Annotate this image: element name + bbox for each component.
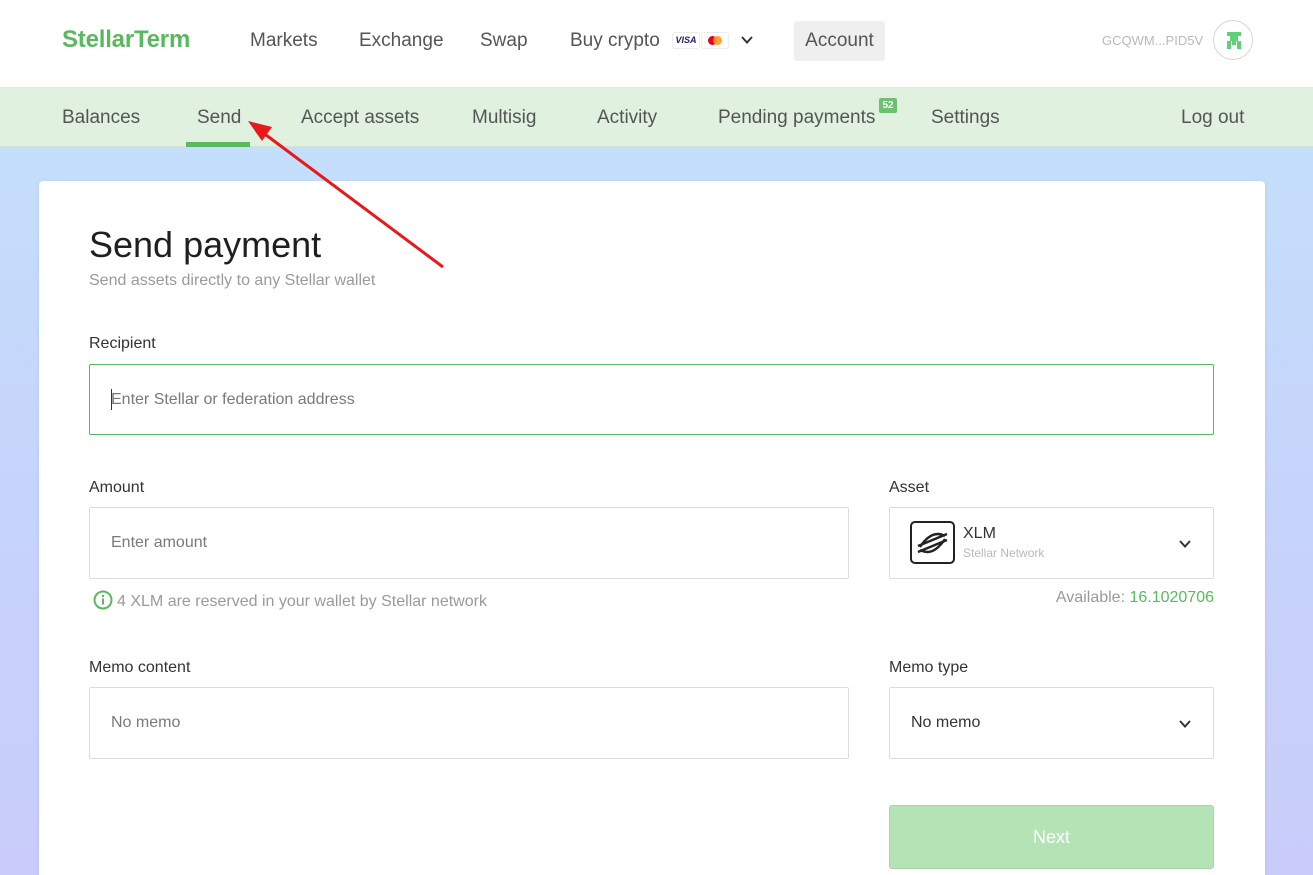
active-tab-indicator (186, 142, 250, 147)
recipient-label: Recipient (89, 335, 156, 352)
available-label: Available: (1055, 589, 1126, 606)
subnav-multisig[interactable]: Multisig (472, 107, 536, 129)
next-button[interactable]: Next (889, 805, 1214, 869)
asset-code: XLM (963, 525, 996, 542)
memo-content-field[interactable] (89, 687, 849, 759)
avatar-identicon[interactable] (1213, 20, 1253, 60)
visa-icon: VISA (672, 32, 700, 49)
wallet-address: GCQWM...PID5V (1102, 33, 1204, 48)
top-header: StellarTerm Markets Exchange Swap Buy cr… (0, 0, 1313, 88)
chevron-down-icon (1179, 540, 1191, 548)
subnav-activity[interactable]: Activity (597, 107, 657, 129)
asset-label: Asset (889, 479, 930, 496)
subnav-log-out[interactable]: Log out (1181, 107, 1244, 129)
amount-field[interactable] (89, 507, 849, 579)
mastercard-icon (701, 32, 729, 49)
subnav-balances[interactable]: Balances (62, 107, 140, 129)
memo-content-label: Memo content (89, 659, 191, 676)
asset-network: Stellar Network (963, 546, 1045, 560)
subnav-pending-payments[interactable]: Pending payments (718, 107, 875, 129)
page-subtitle: Send assets directly to any Stellar wall… (89, 272, 376, 289)
account-button[interactable]: Account (794, 21, 885, 61)
available-balance: Available: 16.1020706 (1056, 589, 1214, 607)
amount-input[interactable] (90, 508, 848, 578)
amount-label: Amount (89, 479, 145, 496)
stellar-xlm-icon (910, 521, 955, 564)
stellar-logo-icon (917, 532, 948, 554)
page-title: Send payment (89, 224, 322, 265)
visa-text: VISA (675, 35, 697, 45)
account-subnav: Balances Send Accept assets Multisig Act… (0, 88, 1313, 147)
identicon-icon (1227, 32, 1241, 49)
subnav-settings[interactable]: Settings (931, 107, 1000, 129)
memo-type-label: Memo type (889, 659, 969, 676)
chevron-down-icon (1179, 720, 1191, 728)
memo-type-value: No memo (911, 714, 981, 731)
available-amount: 16.1020706 (1129, 589, 1214, 606)
nav-swap[interactable]: Swap (480, 30, 528, 52)
recipient-input[interactable] (90, 365, 1213, 434)
reserve-hint-text: 4 XLM are reserved in your wallet by Ste… (117, 593, 487, 610)
asset-select[interactable]: XLM Stellar Network (889, 507, 1214, 579)
subnav-send[interactable]: Send (197, 107, 241, 129)
subnav-accept-assets[interactable]: Accept assets (301, 107, 419, 129)
stellarterm-logo[interactable]: StellarTerm (62, 26, 190, 54)
text-caret (111, 389, 112, 410)
memo-content-input[interactable] (90, 688, 848, 758)
nav-exchange[interactable]: Exchange (359, 30, 444, 52)
pending-payments-badge: 52 (879, 98, 897, 113)
mastercard-orange-circle (713, 36, 722, 45)
recipient-field[interactable] (89, 364, 1214, 435)
memo-type-select[interactable]: No memo (889, 687, 1214, 759)
buy-crypto-chevron-down-icon[interactable] (740, 33, 754, 47)
info-icon (93, 590, 113, 610)
nav-buy-crypto[interactable]: Buy crypto (570, 30, 660, 52)
nav-markets[interactable]: Markets (250, 30, 318, 52)
reserve-hint: 4 XLM are reserved in your wallet by Ste… (93, 590, 487, 611)
